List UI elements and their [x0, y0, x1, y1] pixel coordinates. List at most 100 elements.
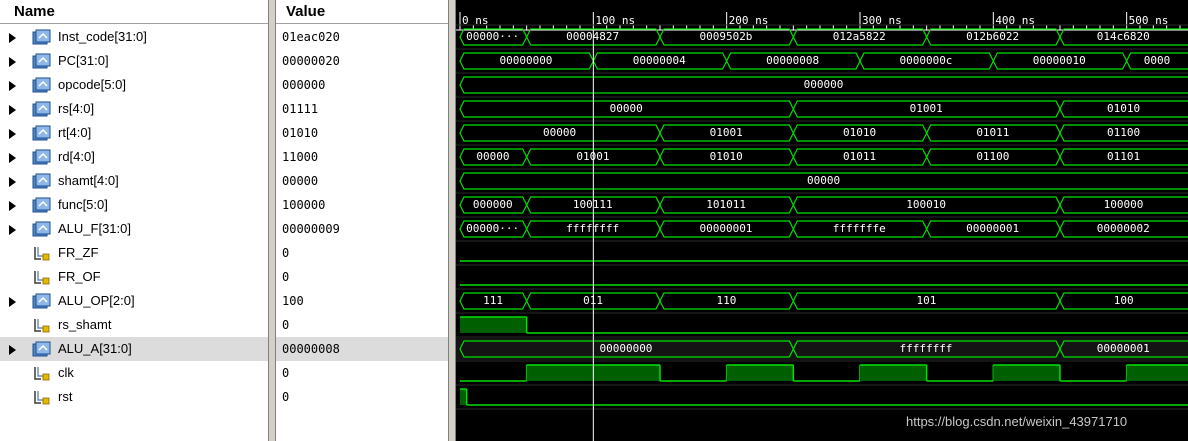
signal-row-rt[interactable]: rt[4:0] — [0, 121, 268, 145]
value-row-rt[interactable]: 01010 — [276, 121, 448, 145]
signal-name: PC[31:0] — [58, 53, 109, 68]
high-fill-clk — [726, 365, 794, 381]
value-row-fr-zf[interactable]: 0 — [276, 241, 448, 265]
value-row-pc[interactable]: 00000020 — [276, 49, 448, 73]
expand-arrow-icon[interactable] — [9, 105, 16, 115]
signal-row-rs-shamt[interactable]: rs_shamt — [0, 313, 268, 337]
value-column-header[interactable]: Value — [276, 0, 448, 24]
signal-name: FR_OF — [58, 269, 101, 284]
value-row-alu-f[interactable]: 00000009 — [276, 217, 448, 241]
signal-name: opcode[5:0] — [58, 77, 126, 92]
signal-value: 00000009 — [282, 222, 340, 236]
signal-row-rst[interactable]: rst — [0, 385, 268, 409]
signal-row-fr-of[interactable]: FR_OF — [0, 265, 268, 289]
value-row-alu-a[interactable]: 00000008 — [276, 337, 448, 361]
bus-value-label: 01001 — [909, 102, 943, 115]
signal-value: 0 — [282, 270, 290, 284]
value-row-opcode[interactable]: 000000 — [276, 73, 448, 97]
bus-value-label: 00000001 — [966, 222, 1020, 235]
bus-signal-icon — [32, 221, 52, 237]
signal-value: 00000 — [282, 174, 319, 188]
bus-signal-icon — [32, 197, 52, 213]
value-row-shamt[interactable]: 00000 — [276, 169, 448, 193]
bus-value-label: 01101 — [1106, 150, 1141, 163]
signal-row-alu-op[interactable]: ALU_OP[2:0] — [0, 289, 268, 313]
signal-row-opcode[interactable]: opcode[5:0] — [0, 73, 268, 97]
signal-value: 11000 — [282, 150, 319, 164]
expand-arrow-icon[interactable] — [9, 129, 16, 139]
bus-value-label: 01100 — [1106, 126, 1141, 139]
signal-row-alu-f[interactable]: ALU_F[31:0] — [0, 217, 268, 241]
bus-value-label: 000000 — [472, 198, 513, 211]
expand-arrow-icon[interactable] — [9, 177, 16, 187]
bus-signal-icon — [32, 77, 52, 93]
signal-value: 00000020 — [282, 54, 340, 68]
expand-arrow-icon[interactable] — [9, 297, 16, 307]
value-row-rs-shamt[interactable]: 0 — [276, 313, 448, 337]
watermark: https://blog.csdn.net/weixin_43971710 — [906, 414, 1128, 429]
expand-arrow-icon[interactable] — [9, 225, 16, 235]
expand-arrow-icon[interactable] — [9, 201, 16, 211]
bus-value-label: 01011 — [976, 126, 1010, 139]
bus-value-label: 00000001 — [699, 222, 753, 235]
bus-value-label: 00000 — [476, 150, 510, 163]
high-fill-rs-shamt — [460, 317, 527, 333]
name-column-header[interactable]: Name — [0, 0, 268, 24]
value-row-rd[interactable]: 11000 — [276, 145, 448, 169]
bus-signal-icon — [32, 101, 52, 117]
bus-value-label: 012b6022 — [966, 30, 1020, 43]
time-tick-label: 400 ns — [995, 14, 1036, 27]
bus-value-label: 00000 — [807, 174, 841, 187]
signal-value: 000000 — [282, 78, 326, 92]
expand-arrow-icon[interactable] — [9, 153, 16, 163]
high-fill-rst — [460, 389, 467, 405]
bus-value-label: 100010 — [906, 198, 946, 211]
bus-value-label: 00000··· — [466, 222, 520, 235]
signal-row-clk[interactable]: clk — [0, 361, 268, 385]
signal-row-pc[interactable]: PC[31:0] — [0, 49, 268, 73]
bus-value-label: 0000000c — [899, 54, 953, 67]
signal-value: 01eac020 — [282, 30, 340, 44]
signal-row-func[interactable]: func[5:0] — [0, 193, 268, 217]
signal-row-rd[interactable]: rd[4:0] — [0, 145, 268, 169]
bus-value-label: 0009502b — [699, 30, 753, 43]
signal-row-fr-zf[interactable]: FR_ZF — [0, 241, 268, 265]
signal-name: shamt[4:0] — [58, 173, 119, 188]
value-row-inst-code[interactable]: 01eac020 — [276, 25, 448, 49]
expand-arrow-icon[interactable] — [9, 345, 16, 355]
bit-signal-icon — [32, 269, 52, 285]
bus-value-label: 00000000 — [499, 54, 553, 67]
signal-row-shamt[interactable]: shamt[4:0] — [0, 169, 268, 193]
bus-value-label: 01001 — [709, 126, 743, 139]
expand-arrow-icon[interactable] — [9, 81, 16, 91]
value-row-func[interactable]: 100000 — [276, 193, 448, 217]
bus-value-label: 00000010 — [1032, 54, 1086, 67]
waveform-panel[interactable]: 0 ns 100 ns 200 ns 300 ns 400 ns 500 ns 00000·… — [456, 0, 1188, 441]
signal-name: rd[4:0] — [58, 149, 95, 164]
high-fill-clk — [859, 365, 927, 381]
value-row-fr-of[interactable]: 0 — [276, 265, 448, 289]
time-tick-label: 300 ns — [861, 14, 902, 27]
bus-value-label: 000000 — [803, 78, 844, 91]
value-row-clk[interactable]: 0 — [276, 361, 448, 385]
bus-value-label: 00004827 — [566, 30, 620, 43]
high-fill-clk — [1126, 365, 1188, 381]
signal-value: 100 — [282, 294, 304, 308]
signal-row-rs[interactable]: rs[4:0] — [0, 97, 268, 121]
bus-value-label: 01100 — [976, 150, 1010, 163]
signal-row-inst-code[interactable]: Inst_code[31:0] — [0, 25, 268, 49]
column-splitter-name-value[interactable] — [268, 0, 276, 441]
expand-arrow-icon[interactable] — [9, 33, 16, 43]
bus-value-label: 101011 — [706, 198, 746, 211]
value-row-rst[interactable]: 0 — [276, 385, 448, 409]
signal-value: 00000008 — [282, 342, 340, 356]
time-tick-label: 500 ns — [1128, 14, 1169, 27]
column-splitter-value-wave[interactable] — [448, 0, 456, 441]
value-row-alu-op[interactable]: 100 — [276, 289, 448, 313]
bus-value-label: 00000000 — [599, 342, 653, 355]
signal-value: 100000 — [282, 198, 326, 212]
value-column: Value 01eac020 00000020 000000 01111 01010 11… — [276, 0, 448, 441]
signal-row-alu-a[interactable]: ALU_A[31:0] — [0, 337, 268, 361]
expand-arrow-icon[interactable] — [9, 57, 16, 67]
value-row-rs[interactable]: 01111 — [276, 97, 448, 121]
